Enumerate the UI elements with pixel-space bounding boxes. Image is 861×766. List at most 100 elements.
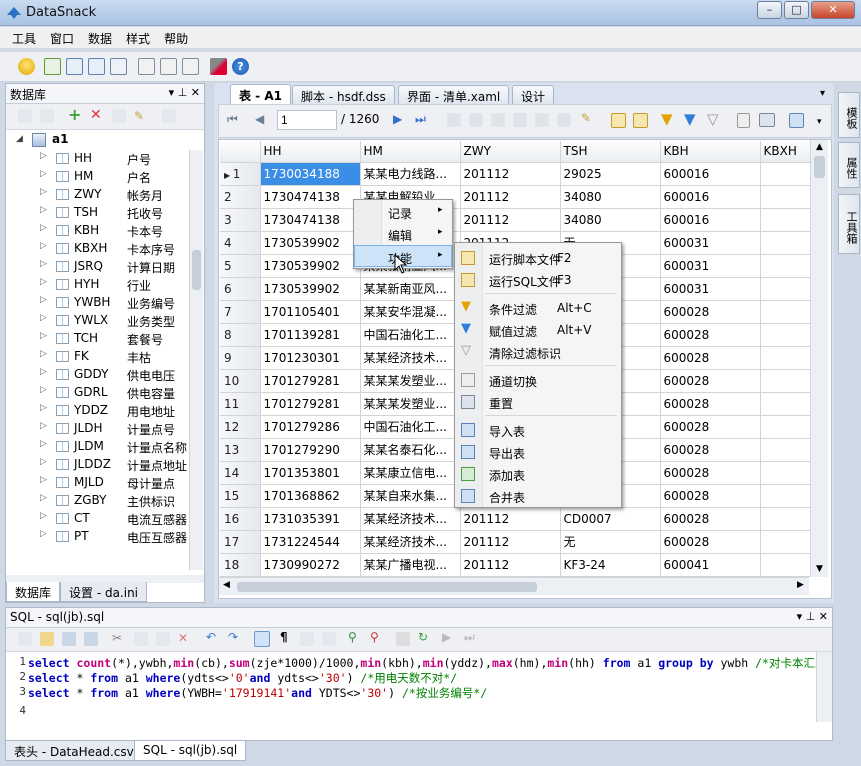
- scroll-up-icon[interactable]: ▲: [816, 142, 823, 152]
- grid-cell[interactable]: 600016: [660, 208, 761, 232]
- scroll-down-icon[interactable]: ▼: [816, 564, 823, 574]
- submenu-item-clear-filter[interactable]: ▽ 清除过滤标识: [455, 341, 621, 363]
- grid-cell[interactable]: 600031: [660, 254, 761, 278]
- grid-cell[interactable]: 600028: [660, 530, 761, 554]
- grid-hscroll-thumb[interactable]: [237, 582, 537, 592]
- filter-icon[interactable]: ▼: [661, 110, 673, 128]
- grid-cell[interactable]: 1701230301: [260, 346, 361, 370]
- grid-cell[interactable]: 某某某发塑业...: [360, 369, 461, 393]
- sql-undo-icon[interactable]: ↶: [206, 630, 216, 644]
- expand-arrow-icon[interactable]: ▷: [40, 223, 47, 233]
- doc-tab-script[interactable]: 脚本 - hsdf.dss: [292, 85, 395, 104]
- expand-arrow-icon[interactable]: ▷: [40, 205, 47, 215]
- grid-insert-icon[interactable]: [491, 113, 505, 127]
- grid-cell[interactable]: 600028: [660, 415, 761, 439]
- row-number[interactable]: 6: [220, 277, 261, 301]
- tree-field-ywbh[interactable]: ▷ YWBH 业务编号: [6, 294, 188, 312]
- import-icon[interactable]: [160, 58, 177, 75]
- db-copy-icon[interactable]: [18, 109, 32, 123]
- tree-field-hh[interactable]: ▷ HH 户号: [6, 150, 188, 168]
- grid-cell[interactable]: 1731224544: [260, 530, 361, 554]
- submenu-item-run-sql[interactable]: 运行SQL文件 F3: [455, 269, 621, 291]
- expand-arrow-icon[interactable]: ▷: [40, 187, 47, 197]
- tree-field-hm[interactable]: ▷ HM 户名: [6, 168, 188, 186]
- sql-panel-pin-controls[interactable]: ▾ ⊥ ✕: [797, 610, 828, 623]
- submenu-item-add-table[interactable]: 添加表: [455, 463, 621, 485]
- submenu-item-filter[interactable]: ▼ 条件过滤 Alt+C: [455, 297, 621, 319]
- run-sql-icon[interactable]: [633, 113, 648, 128]
- grid-cell[interactable]: 某某经济技术...: [360, 530, 461, 554]
- expand-arrow-icon[interactable]: ▷: [40, 313, 47, 323]
- row-number[interactable]: 5: [220, 254, 261, 278]
- expand-arrow-icon[interactable]: ▷: [40, 475, 47, 485]
- expand-arrow-icon[interactable]: ▷: [40, 331, 47, 341]
- grid-cell[interactable]: 1730539902: [260, 277, 361, 301]
- tree-scroll-thumb[interactable]: [192, 250, 201, 290]
- grid-cell[interactable]: 中国石油化工...: [360, 323, 461, 347]
- grid-cell[interactable]: 1730474138: [260, 185, 361, 209]
- submenu-item-channel[interactable]: 通道切换: [455, 369, 621, 391]
- run-script-icon[interactable]: [611, 113, 626, 128]
- grid-col-icon[interactable]: [447, 113, 461, 127]
- tree-field-zgby[interactable]: ▷ ZGBY 主供标识: [6, 492, 188, 510]
- grid-copy-icon[interactable]: [535, 113, 549, 127]
- row-number[interactable]: 10: [220, 369, 261, 393]
- grid-cell[interactable]: 1701353801: [260, 461, 361, 485]
- grid-cell[interactable]: 1730539902: [260, 254, 361, 278]
- new-table-icon[interactable]: [44, 58, 61, 75]
- grid-cell[interactable]: 1731035391: [260, 507, 361, 531]
- tree-field-jldm[interactable]: ▷ JLDM 计量点名称: [6, 438, 188, 456]
- connect-icon[interactable]: [110, 58, 127, 75]
- tree-field-tsh[interactable]: ▷ TSH 托收号: [6, 204, 188, 222]
- grid-toolbar-overflow-icon[interactable]: ▾: [817, 117, 822, 127]
- grid-vscrollbar[interactable]: ▲ ▼: [810, 140, 828, 577]
- tab-settings[interactable]: 设置 - da.ini: [60, 582, 148, 602]
- table-row[interactable]: 2 1730474138 某某电解铅业 201112 34080 600016: [220, 185, 827, 209]
- table-row[interactable]: 16 1731035391 某某经济技术... 201112 CD0007 600028: [220, 507, 827, 531]
- tree-field-fk[interactable]: ▷ FK 丰枯: [6, 348, 188, 366]
- close-button[interactable]: ✕: [811, 1, 855, 19]
- tab-database[interactable]: 数据库: [6, 582, 61, 602]
- tree-scrollbar[interactable]: [189, 150, 203, 570]
- grid-cell[interactable]: 1701279286: [260, 415, 361, 439]
- grid-cell[interactable]: 1730474138: [260, 208, 361, 232]
- sql-find-icon[interactable]: ⚲: [348, 630, 357, 644]
- ctx-item-edit[interactable]: 编辑 ▸: [354, 223, 452, 245]
- expand-arrow-icon[interactable]: ▷: [40, 241, 47, 251]
- db-prop-icon[interactable]: [162, 109, 176, 123]
- tree-field-zwy[interactable]: ▷ ZWY 帐务月: [6, 186, 188, 204]
- expand-arrow-icon[interactable]: ▷: [40, 259, 47, 269]
- sql-cut-icon[interactable]: ✂: [112, 631, 122, 645]
- grid-cell[interactable]: 201112: [460, 185, 561, 209]
- grid-cell[interactable]: 1701279281: [260, 392, 361, 416]
- grid-cell[interactable]: 1701279290: [260, 438, 361, 462]
- doc-tab-table-a1[interactable]: 表 - A1: [230, 84, 291, 104]
- grid-cell[interactable]: 某某新南亚风...: [360, 277, 461, 301]
- db-add-icon[interactable]: +: [68, 107, 82, 123]
- expand-arrow-icon[interactable]: ▷: [40, 169, 47, 179]
- grid-cell[interactable]: 某某经济技术...: [360, 346, 461, 370]
- maximize-button[interactable]: □: [784, 1, 809, 19]
- grid-cell[interactable]: CD0007: [560, 507, 661, 531]
- grid-cell[interactable]: 1730990272: [260, 553, 361, 577]
- grid-scroll-thumb[interactable]: [814, 156, 825, 178]
- grid-cell[interactable]: 1701139281: [260, 323, 361, 347]
- sql-redo-icon[interactable]: ↷: [228, 630, 238, 644]
- side-tab-toolbox[interactable]: 工具箱: [838, 194, 860, 254]
- expand-arrow-icon[interactable]: ▷: [40, 277, 47, 287]
- grid-cell[interactable]: 34080: [560, 208, 661, 232]
- tools-icon[interactable]: [210, 58, 227, 75]
- doc-tab-ui[interactable]: 界面 - 清单.xaml: [398, 85, 510, 104]
- tree-field-pt[interactable]: ▷ PT 电压互感器: [6, 528, 188, 546]
- tab-sql[interactable]: SQL - sql(jb).sql: [134, 741, 247, 761]
- grid-cell[interactable]: KF3-24: [560, 553, 661, 577]
- expand-arrow-icon[interactable]: ▷: [40, 367, 47, 377]
- expand-arrow-icon[interactable]: ▷: [40, 349, 47, 359]
- grid-cell[interactable]: 600028: [660, 392, 761, 416]
- column-header-hh[interactable]: HH: [260, 141, 361, 163]
- menu-style[interactable]: 样式: [119, 27, 157, 47]
- table-row[interactable]: 17 1731224544 某某经济技术... 201112 无 600028: [220, 530, 827, 554]
- grid-cell[interactable]: 201112: [460, 530, 561, 554]
- grid-cell[interactable]: 600031: [660, 231, 761, 255]
- grid-cell[interactable]: 1730034188: [260, 162, 361, 186]
